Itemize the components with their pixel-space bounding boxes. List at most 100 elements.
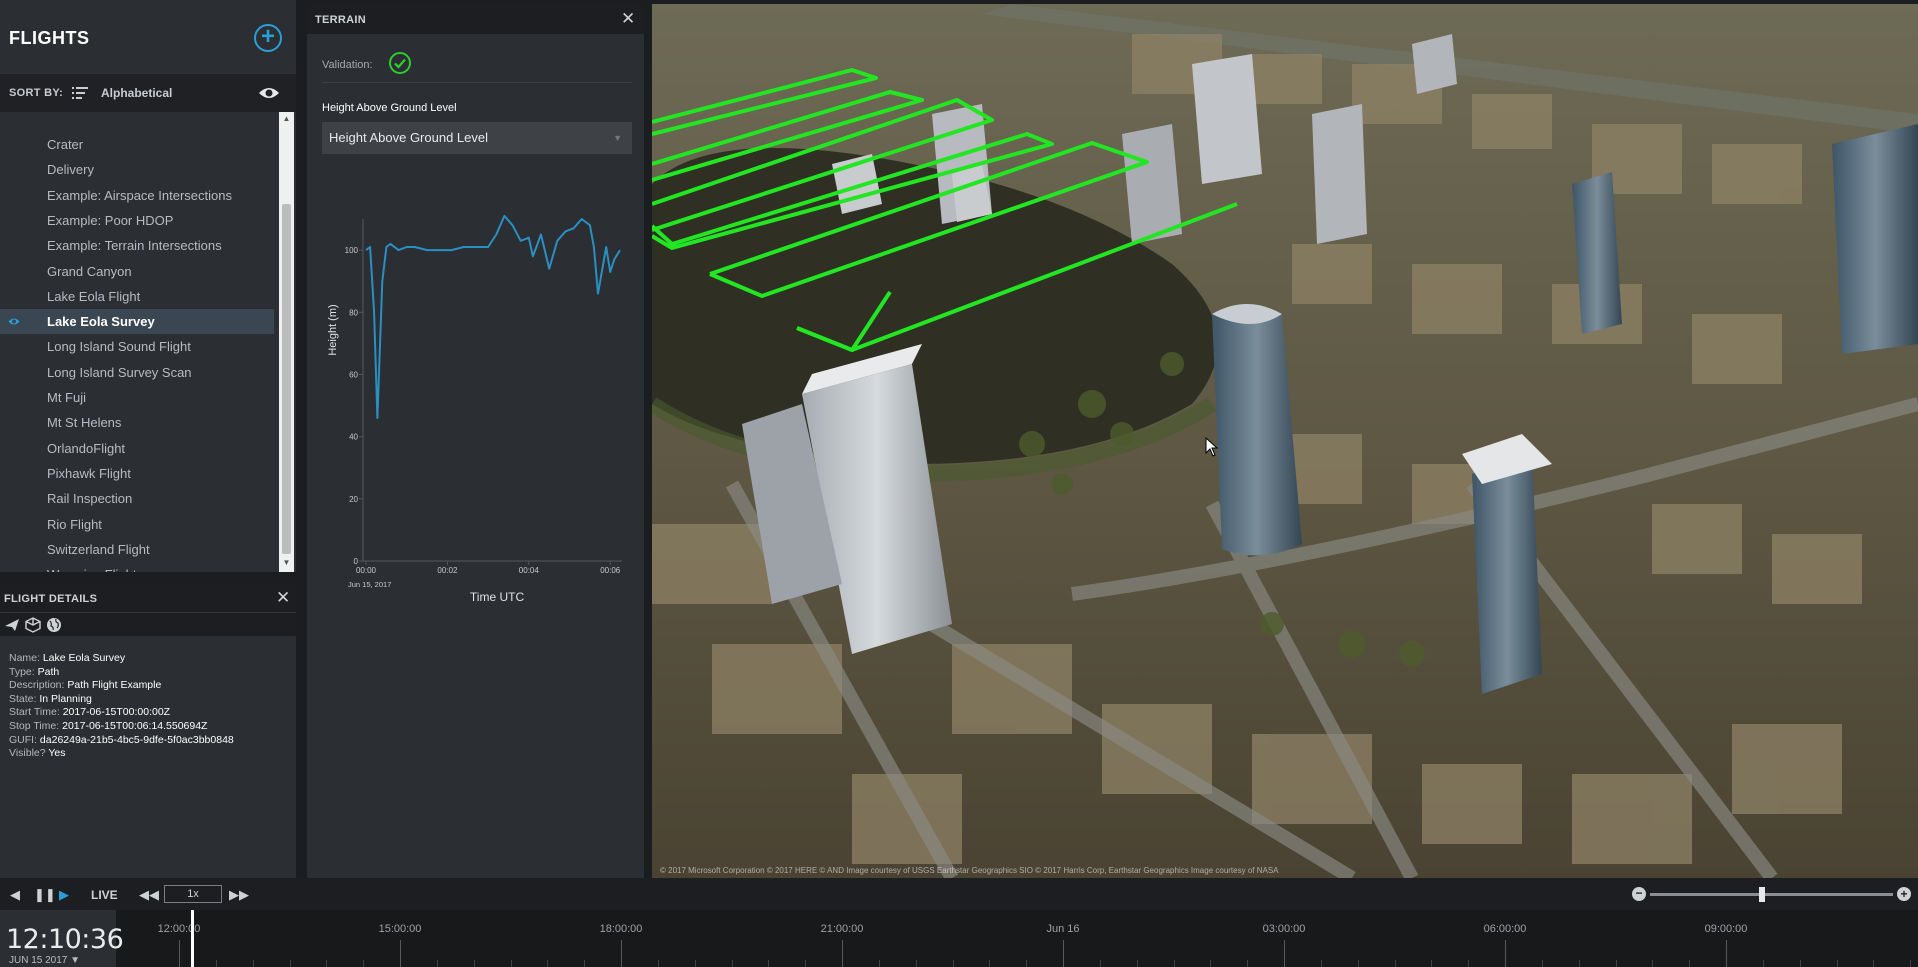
cube-icon[interactable] <box>25 617 41 633</box>
flight-list-item[interactable]: Crater <box>0 132 274 157</box>
timeline-minor-tick <box>1541 960 1543 967</box>
flight-list-item[interactable]: Long Island Survey Scan <box>0 360 274 385</box>
flights-header: FLIGHTS + <box>0 0 296 74</box>
detail-row: Stop Time: 2017-06-15T00:06:14.550694Z <box>9 720 234 734</box>
live-button[interactable]: LIVE <box>91 888 118 902</box>
check-circle-icon <box>389 52 411 74</box>
zoom-in-icon[interactable]: + <box>1897 887 1911 901</box>
fast-forward-icon[interactable]: ▶▶ <box>229 887 249 903</box>
flight-list-item[interactable]: Pixhawk Flight <box>0 461 274 486</box>
close-icon[interactable]: ✕ <box>276 588 290 608</box>
timeline-tick-label: 15:00:00 <box>378 923 422 935</box>
timeline-ticks[interactable]: 12:00:00 15:00:00 18:00:00 21:00:00 Jun 16 03… <box>116 910 1918 967</box>
flight-list-item[interactable]: Rio Flight <box>0 512 274 537</box>
flight-list-item[interactable]: Example: Poor HDOP <box>0 208 274 233</box>
y-tick-label: 100 <box>345 246 359 255</box>
map-3d-view[interactable] <box>652 4 1918 878</box>
close-icon[interactable]: ✕ <box>621 9 635 29</box>
detail-key: Name: <box>9 652 43 664</box>
flight-list-item[interactable]: Delivery <box>0 157 274 182</box>
timeline-tick <box>1284 940 1285 967</box>
flight-list-item[interactable]: Lake Eola Flight <box>0 284 274 309</box>
add-flight-button[interactable]: + <box>254 24 282 52</box>
detail-value: In Planning <box>39 692 92 705</box>
timeline-minor-tick <box>326 960 328 967</box>
current-time-marker[interactable] <box>191 910 194 967</box>
timeline-minor-tick <box>1468 960 1470 967</box>
flight-list-item-label: Delivery <box>47 162 94 178</box>
timeline-tick <box>1063 940 1064 967</box>
flight-list-scrollbar[interactable]: ▲ ▼ <box>279 112 294 572</box>
timeline-minor-tick <box>510 960 512 967</box>
flight-list-item[interactable]: Mt Fuji <box>0 385 274 410</box>
timeline-minor-tick <box>989 960 991 967</box>
flight-list-item[interactable]: Lake Eola Survey <box>0 309 274 335</box>
detail-key: Visible? <box>9 747 49 760</box>
sort-bar: SORT BY: Alphabetical <box>0 74 296 112</box>
flight-list-item[interactable]: Switzerland Flight <box>0 537 274 562</box>
flight-list-item[interactable]: Long Island Sound Flight <box>0 334 274 359</box>
clock-date-text: JUN 15 2017 <box>9 955 68 966</box>
sort-list-icon[interactable] <box>72 86 88 100</box>
city-terrain-view[interactable] <box>652 4 1918 878</box>
timeline-tick-label: 03:00:00 <box>1262 923 1306 935</box>
flight-list-item-label: Lake Eola Flight <box>47 288 141 304</box>
detail-key: Type: <box>9 665 38 678</box>
flight-list-item-label: Example: Airspace Intersections <box>47 187 232 203</box>
mouse-cursor-icon <box>1205 437 1219 457</box>
zoom-slider-thumb[interactable] <box>1759 887 1765 902</box>
clock-date[interactable]: JUN 15 2017 ▼ <box>9 955 80 966</box>
scroll-down-icon[interactable]: ▼ <box>279 558 294 570</box>
speed-input[interactable]: 1x <box>164 885 222 903</box>
flight-list-item-label: Pixhawk Flight <box>47 465 131 481</box>
timeline-minor-tick <box>1799 960 1801 967</box>
pause-icon[interactable]: ❚❚ <box>34 887 56 903</box>
flight-list-item[interactable]: Wyoming Flight <box>0 562 274 572</box>
airplane-icon[interactable] <box>4 617 20 633</box>
timeline-minor-tick <box>1836 960 1838 967</box>
timeline-minor-tick <box>1173 960 1175 967</box>
timeline-minor-tick <box>289 960 291 967</box>
rewind-icon[interactable]: ◀◀ <box>139 887 159 903</box>
timeline-minor-tick <box>1615 960 1617 967</box>
detail-row: Description: Path Flight Example <box>9 679 234 693</box>
flight-list-item[interactable]: Example: Airspace Intersections <box>0 183 274 208</box>
timeline-minor-tick <box>1431 960 1433 967</box>
detail-value: da26249a-21b5-4bc5-9dfe-5f0ac3bb0848 <box>39 733 234 746</box>
x-tick-label: 00:04 <box>519 566 540 575</box>
timeline-minor-tick <box>547 960 549 967</box>
timeline-tick <box>1505 940 1506 967</box>
detail-row: Start Time: 2017-06-15T00:00:00Z <box>9 706 234 720</box>
globe-icon[interactable] <box>46 617 62 633</box>
flight-list-item[interactable]: Grand Canyon <box>0 259 274 284</box>
zoom-slider-track[interactable] <box>1650 893 1893 896</box>
detail-value: Yes <box>48 747 66 760</box>
flight-list-item[interactable]: OrlandoFlight <box>0 436 274 461</box>
flight-list-item[interactable]: Rail Inspection <box>0 486 274 511</box>
scroll-up-icon[interactable]: ▲ <box>279 114 294 126</box>
flight-list-item[interactable]: Example: Terrain Intersections <box>0 233 274 258</box>
clock-time: 12:10:36 <box>6 924 124 955</box>
terrain-title: TERRAIN <box>315 14 366 26</box>
flight-list-item[interactable]: Mt St Helens <box>0 410 274 435</box>
zoom-out-icon[interactable]: − <box>1632 887 1646 901</box>
detail-key: State: <box>9 692 40 705</box>
clock-display[interactable]: 12:10:36 JUN 15 2017 ▼ <box>0 910 124 967</box>
detail-key: GUFI: <box>9 733 40 746</box>
flight-list-item-label: Mt St Helens <box>47 415 122 431</box>
timeline-minor-tick <box>1394 960 1396 967</box>
chevron-down-icon: ▼ <box>613 133 622 143</box>
x-date-label: Jun 15, 2017 <box>348 580 391 589</box>
scroll-thumb[interactable] <box>282 204 291 554</box>
hagl-select[interactable]: Height Above Ground Level ▼ <box>322 122 632 154</box>
eye-icon[interactable] <box>8 317 20 326</box>
sort-value[interactable]: Alphabetical <box>101 86 172 100</box>
play-icon[interactable]: ▶ <box>59 887 69 903</box>
eye-icon[interactable] <box>258 86 280 100</box>
timeline-minor-tick <box>1136 960 1138 967</box>
flight-list-item-label: Example: Terrain Intersections <box>47 238 222 254</box>
flight-list-item-label: Switzerland Flight <box>47 541 150 557</box>
detail-row: State: In Planning <box>9 693 234 707</box>
play-reverse-icon[interactable]: ◀ <box>10 887 20 903</box>
timeline-minor-tick <box>436 960 438 967</box>
